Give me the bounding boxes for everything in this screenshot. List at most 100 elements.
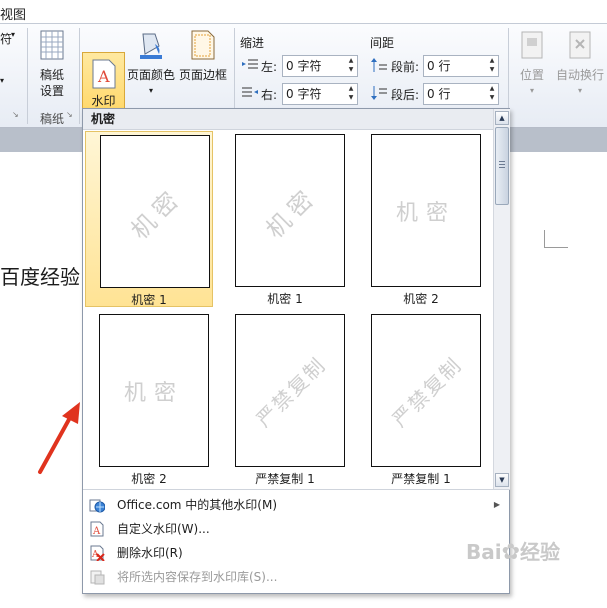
watermark-tile[interactable]: 严禁复制 严禁复制 1 [221,311,349,487]
watermark-preview-page: 机密 [235,134,345,287]
page-border-icon [191,30,215,60]
menu-item-office-watermarks[interactable]: Office.com 中的其他水印(M) ▶ [83,493,510,517]
tile-caption: 严禁复制 1 [255,472,315,486]
manuscript-settings-button[interactable]: 稿纸 设置 [34,30,70,99]
custom-watermark-icon: A [90,521,104,537]
tile-caption: 机密 1 [267,292,303,306]
spin-arrows-icon[interactable]: ▲ ▼ [486,84,498,104]
office-globe-icon [89,499,105,513]
scroll-up-icon[interactable]: ▲ [495,111,509,125]
spin-arrows-icon[interactable]: ▲ ▼ [345,56,357,76]
menu-item-save-to-gallery[interactable]: 将所选内容保存到水印库(S)... [83,565,510,589]
watermark-text: 机密 [260,181,323,244]
spin-arrows-icon[interactable]: ▲ ▼ [345,84,357,104]
watermark-preview-page: 严禁复制 [371,314,481,467]
menu-item-label: 删除水印(R) [117,546,183,560]
page-color-button[interactable]: 页面颜色 ▾ [126,30,176,99]
auto-wrap-button[interactable]: 自动换行 ▾ [553,30,607,99]
tile-caption: 严禁复制 1 [391,472,451,486]
indent-right-input[interactable]: 0 字符 ▲ ▼ [282,83,358,105]
auto-wrap-label: 自动换行 [555,68,604,82]
tab-view[interactable]: 视图 [0,4,26,23]
margin-corner-mark [544,230,568,248]
indent-left-label: 左: [261,60,278,74]
watermark-tile[interactable]: 严禁复制 严禁复制 1 [357,311,485,487]
chevron-down-icon[interactable]: ▾ [11,30,15,39]
gallery-header: 机密 [83,109,493,130]
tile-caption: 机密 2 [131,472,167,486]
paint-bucket-icon [140,33,162,59]
submenu-arrow-icon: ▶ [493,500,500,509]
spacing-before-input[interactable]: 0 行 ▲ ▼ [423,55,499,77]
wrap-text-icon [569,31,591,59]
watermark-tile[interactable]: 机密 机密 2 [357,131,485,307]
manuscript-label-1: 稿纸 [39,68,64,82]
watermark-preview-page: 机密 [99,314,209,467]
indent-right-icon [242,87,258,97]
watermark-text: 机密 [123,380,185,406]
manuscript-label-2: 设置 [39,84,64,98]
spacing-after-value: 0 行 [427,87,451,101]
watermark-tile[interactable]: 机密 机密 1 [221,131,349,307]
position-icon [521,31,543,59]
tile-caption: 机密 2 [403,292,439,306]
indent-left-input[interactable]: 0 字符 ▲ ▼ [282,55,358,77]
indent-left-value: 0 字符 [286,59,322,73]
watermark-text: 机密 [125,182,188,245]
manuscript-grid-icon [40,30,64,60]
annotation-arrow-icon [38,402,80,474]
watermark-preview-page: 机密 [371,134,481,287]
menu-item-remove-watermark[interactable]: A 删除水印(R) [83,541,510,565]
save-to-gallery-icon [90,570,105,585]
chevron-down-icon: ▾ [577,86,582,95]
page-color-label: 页面颜色 [126,68,175,82]
watermark-label: 水印 [91,94,116,108]
chevron-down-icon: ▾ [529,86,534,95]
spacing-before-value: 0 行 [427,59,451,73]
spacing-title: 间距 [370,36,395,50]
chevron-down-icon: ▾ [148,86,153,95]
menu-item-custom-watermark[interactable]: A 自定义水印(W)... [83,517,510,541]
group-label-manuscript: 稿纸 [40,112,65,126]
watermark-tile[interactable]: 机密 机密 2 [85,311,213,487]
position-label: 位置 [519,68,544,82]
indent-right-value: 0 字符 [286,87,322,101]
menu-divider [83,489,510,490]
dialog-launcher-icon[interactable]: ↘ [66,110,73,119]
watermark-tile[interactable]: 机密 机密 1 [85,131,213,307]
scroll-thumb[interactable] [495,127,509,205]
spin-arrows-icon[interactable]: ▲ ▼ [486,56,498,76]
gallery-scrollbar[interactable]: ▲ ▼ [493,109,510,489]
watermark-text: 严禁复制 [251,351,331,432]
watermark-gallery-dropdown: 机密 ▲ ▼ 机密 机密 1 机密 机密 1 机密 机密 2 机密 机密 2 严… [82,108,510,594]
document-text[interactable]: 百度经验 [0,261,80,290]
spacing-before-icon [371,58,387,72]
menu-item-label: Office.com 中的其他水印(M) [117,498,278,512]
dialog-launcher-icon[interactable]: ↘ [12,110,19,119]
indent-right-label: 右: [261,88,278,102]
spacing-after-input[interactable]: 0 行 ▲ ▼ [423,83,499,105]
chevron-down-icon[interactable]: ▾ [0,76,4,85]
watermark-icon: A [92,59,116,89]
baidu-jingyan-watermark-logo: Bai✿经验 [466,540,561,565]
watermark-preview-page: 机密 [100,135,210,288]
page-border-label: 页面边框 [178,68,227,82]
position-button[interactable]: 位置 ▾ [512,30,552,99]
remove-watermark-icon: A [90,545,105,561]
spacing-before-label: 段前: [391,60,420,74]
svg-text:A: A [97,67,110,86]
page-border-button[interactable]: 页面边框 [178,30,228,83]
spacing-after-label: 段后: [391,88,420,102]
ribbon-tab-bar: 视图 [0,0,607,24]
indent-left-icon [242,59,258,69]
watermark-text: 严禁复制 [387,351,467,432]
watermark-text: 机密 [395,200,457,226]
scroll-down-icon[interactable]: ▼ [495,473,509,487]
spacing-after-icon [371,86,387,100]
menu-item-label: 将所选内容保存到水印库(S)... [117,570,278,584]
tile-caption: 机密 1 [131,293,167,307]
menu-item-label: 自定义水印(W)... [117,522,210,536]
watermark-preview-page: 严禁复制 [235,314,345,467]
svg-text:A: A [92,526,101,537]
indent-title: 缩进 [240,36,265,50]
